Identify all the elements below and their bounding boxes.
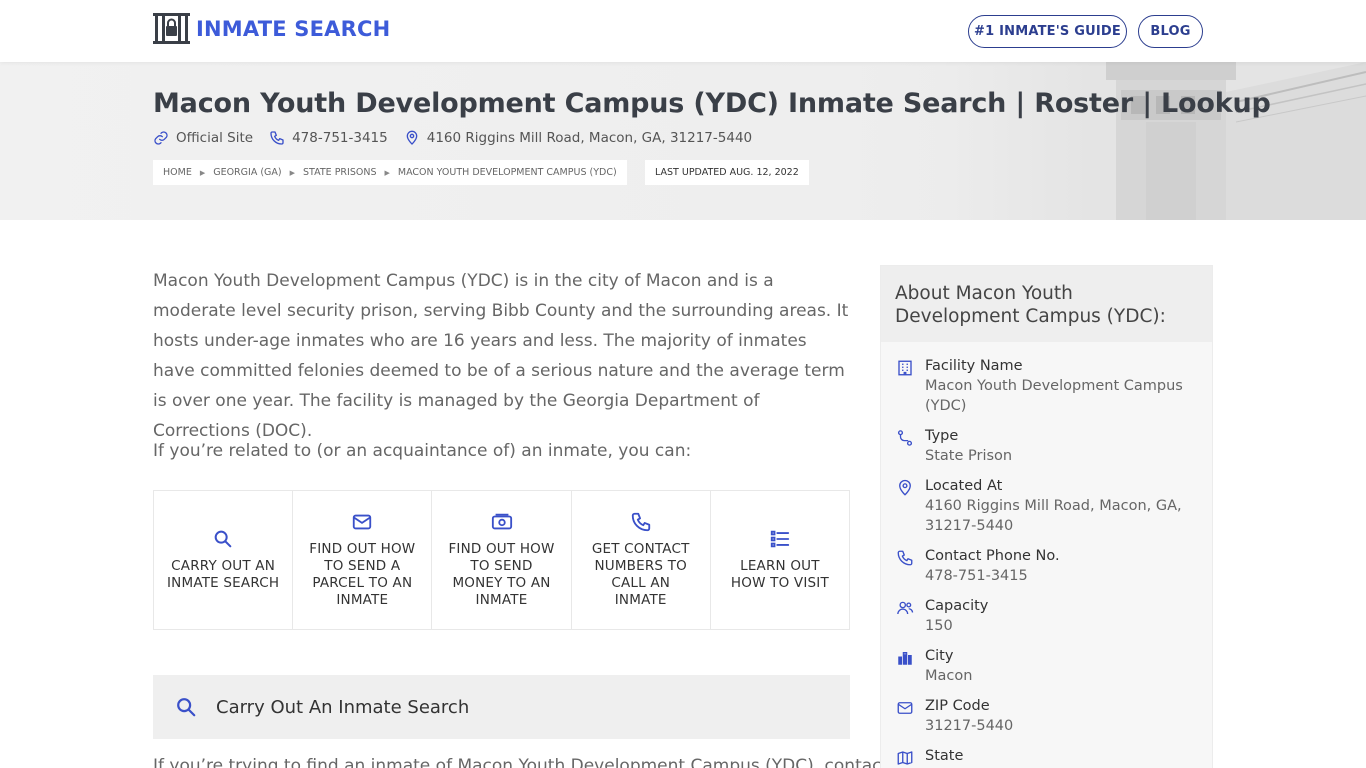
city-icon <box>898 652 912 665</box>
breadcrumb: HOME ▶ GEORGIA (GA) ▶ STATE PRISONS ▶ MA… <box>153 160 627 185</box>
phone-icon <box>631 512 650 532</box>
section-title: Carry Out An Inmate Search <box>216 696 470 718</box>
logo-text: INMATE SEARCH <box>196 16 391 41</box>
caret-right-icon: ▶ <box>384 168 390 177</box>
fact-label: City <box>925 648 954 664</box>
intro-subparagraph: If you’re related to (or an acquaintance… <box>153 441 692 461</box>
breadcrumb-home[interactable]: HOME <box>163 167 192 178</box>
link-icon <box>154 131 168 145</box>
fact-label: ZIP Code <box>925 698 990 714</box>
fact-label: Capacity <box>925 598 989 614</box>
logo-link[interactable]: INMATE SEARCH <box>153 13 390 44</box>
fact-value: State Prison <box>925 448 1013 464</box>
action-card-inmate-search[interactable]: CARRY OUT AN INMATE SEARCH <box>154 491 294 629</box>
fact-facility-name: Facility Name Macon Youth Development Ca… <box>881 356 1212 416</box>
prison-tower-background-image <box>946 62 1366 220</box>
list-icon <box>770 530 790 548</box>
breadcrumb-state-prisons[interactable]: STATE PRISONS <box>303 167 376 178</box>
last-updated-badge: LAST UPDATED AUG. 12, 2022 <box>645 160 809 185</box>
phone-text: 478-751-3415 <box>292 130 388 146</box>
action-label: LEARN OUT HOW TO VISIT <box>730 558 829 591</box>
fact-label: State <box>925 748 964 764</box>
envelope-icon <box>897 702 913 714</box>
route-icon <box>897 430 913 446</box>
jail-logo-icon <box>153 13 190 44</box>
map-pin-icon <box>899 479 911 496</box>
fact-phone: Contact Phone No. 478-751-3415 <box>881 546 1212 586</box>
address-link[interactable]: 4160 Riggins Mill Road, Macon, GA, 31217… <box>404 130 752 146</box>
breadcrumb-georgia[interactable]: GEORGIA (GA) <box>213 167 281 178</box>
action-label: FIND OUT HOW TO SEND A PARCEL TO AN INMA… <box>309 541 416 608</box>
sidebar-title: About Macon Youth Development Campus (YD… <box>881 266 1212 342</box>
search-icon <box>214 530 232 548</box>
fact-value: Macon <box>925 668 973 684</box>
money-icon <box>491 513 512 530</box>
phone-icon <box>897 550 913 566</box>
fact-label: Located At <box>925 478 1003 494</box>
phone-icon <box>270 131 284 145</box>
fact-value: Macon Youth Development Campus (YDC) <box>925 378 1183 414</box>
section-paragraph: If you’re trying to find an inmate of Ma… <box>153 756 889 768</box>
phone-link[interactable]: 478-751-3415 <box>269 130 388 146</box>
top-navbar: INMATE SEARCH #1 INMATE'S GUIDE BLOG <box>0 0 1366 62</box>
action-cards: CARRY OUT AN INMATE SEARCH FIND OUT HOW … <box>153 490 850 630</box>
official-site-link[interactable]: Official Site <box>153 130 253 146</box>
fact-capacity: Capacity 150 <box>881 596 1212 636</box>
hero-banner: Macon Youth Development Campus (YDC) Inm… <box>0 62 1366 220</box>
intro-paragraph: Macon Youth Development Campus (YDC) is … <box>153 271 849 441</box>
building-icon <box>898 360 912 376</box>
facility-facts-list: Facility Name Macon Youth Development Ca… <box>881 342 1212 766</box>
breadcrumb-current[interactable]: MACON YOUTH DEVELOPMENT CAMPUS (YDC) <box>398 167 617 178</box>
inmates-guide-button[interactable]: #1 INMATE'S GUIDE <box>968 15 1127 48</box>
action-card-contact-numbers[interactable]: GET CONTACT NUMBERS TO CALL AN INMATE <box>572 491 711 629</box>
fact-label: Facility Name <box>925 358 1023 374</box>
facility-meta: Official Site 478-751-3415 4160 Riggins … <box>153 130 768 146</box>
action-card-visit[interactable]: LEARN OUT HOW TO VISIT <box>711 491 849 629</box>
action-card-send-money[interactable]: FIND OUT HOW TO SEND MONEY TO AN INMATE <box>432 491 572 629</box>
action-label: FIND OUT HOW TO SEND MONEY TO AN INMATE <box>448 541 555 608</box>
map-icon <box>897 751 913 765</box>
map-pin-icon <box>406 130 418 145</box>
official-site-label: Official Site <box>176 130 254 146</box>
fact-state: State <box>881 746 1212 766</box>
fact-location: Located At 4160 Riggins Mill Road, Macon… <box>881 476 1212 536</box>
fact-value: 4160 Riggins Mill Road, Macon, GA, 31217… <box>925 498 1182 534</box>
fact-value: 31217-5440 <box>925 718 1014 734</box>
action-label: GET CONTACT NUMBERS TO CALL AN INMATE <box>591 541 690 608</box>
caret-right-icon: ▶ <box>289 168 296 177</box>
inmate-search-section-header: Carry Out An Inmate Search <box>153 675 850 739</box>
users-icon <box>897 601 914 615</box>
action-label: CARRY OUT AN INMATE SEARCH <box>167 558 280 591</box>
caret-right-icon: ▶ <box>199 168 206 177</box>
search-icon <box>177 698 196 717</box>
fact-type: Type State Prison <box>881 426 1212 466</box>
address-text: 4160 Riggins Mill Road, Macon, GA, 31217… <box>426 130 753 146</box>
fact-zip: ZIP Code 31217-5440 <box>881 696 1212 736</box>
fact-value: 150 <box>925 618 953 634</box>
blog-button[interactable]: BLOG <box>1138 15 1203 48</box>
fact-label: Contact Phone No. <box>925 548 1060 564</box>
fact-value[interactable]: 478-751-3415 <box>925 566 1212 586</box>
action-card-send-parcel[interactable]: FIND OUT HOW TO SEND A PARCEL TO AN INMA… <box>293 491 433 629</box>
envelope-icon <box>353 514 372 530</box>
facility-info-sidebar: About Macon Youth Development Campus (YD… <box>880 265 1213 768</box>
fact-label: Type <box>925 428 959 444</box>
fact-city: City Macon <box>881 646 1212 686</box>
page-title: Macon Youth Development Campus (YDC) Inm… <box>153 88 1271 119</box>
